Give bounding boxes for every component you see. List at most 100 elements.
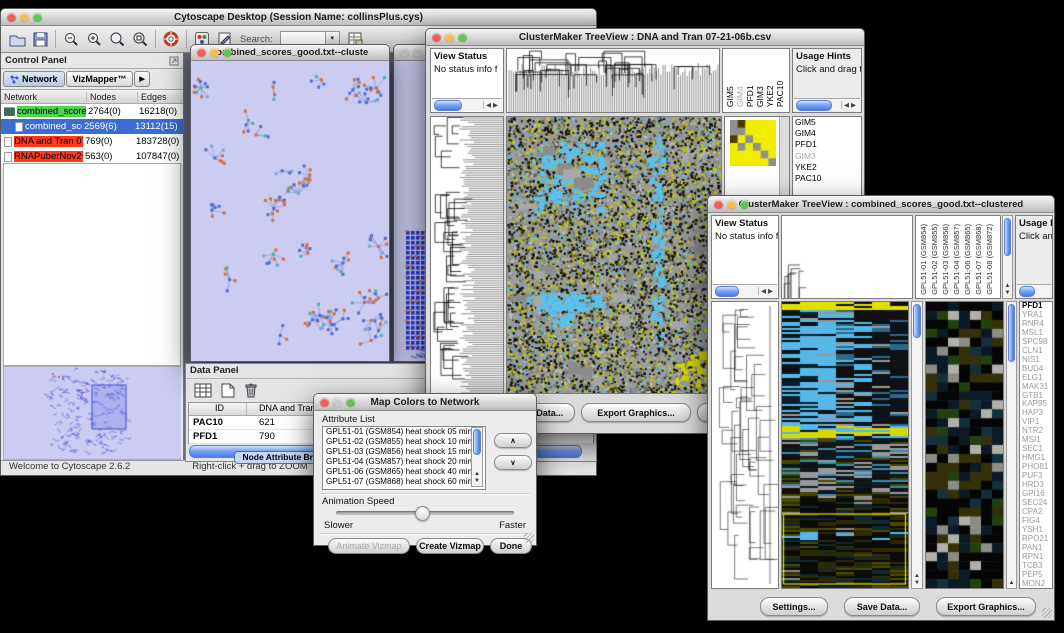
close-button[interactable] [320, 398, 329, 407]
gene-label[interactable]: PAC10 [793, 173, 861, 184]
column-label[interactable]: GPL51-04 (GSM857) [952, 218, 962, 295]
row-dendrogram-panel[interactable] [711, 301, 779, 589]
gene-label[interactable]: GIM5 [793, 117, 861, 128]
gene-label[interactable]: GIM4 [793, 128, 861, 139]
export-graphics-button[interactable]: Export Graphics... [581, 403, 691, 422]
zoom-selected-icon[interactable] [132, 31, 148, 47]
zoom-out-icon[interactable] [63, 31, 79, 47]
column-label[interactable]: GPL51-08 (GSM872) [985, 218, 995, 295]
move-down-button[interactable]: ∨ [494, 455, 532, 470]
column-label[interactable]: GPL51-06 (GSM865) [963, 218, 973, 295]
tab-network[interactable]: Network [3, 71, 65, 87]
view-status-hscrollbar[interactable]: ◀▶ [432, 98, 502, 111]
tab-vizmapper[interactable]: VizMapper™ [66, 71, 134, 87]
save-data-button[interactable]: Save Data... [844, 597, 920, 616]
zoom-button[interactable] [223, 48, 232, 57]
usage-hints-hscrollbar[interactable] [1017, 284, 1051, 297]
column-label[interactable]: GPL51-03 (GSM856) [941, 218, 951, 295]
usage-hints-hscrollbar[interactable]: ◀▶ [794, 98, 860, 111]
select-attributes-icon[interactable] [194, 383, 212, 398]
heatmap-panel[interactable] [506, 116, 722, 394]
genelist-vscrollbar[interactable]: ▲ [1006, 301, 1017, 589]
attribute-item[interactable]: GPL51-02 (GSM855) heat shock 10 min [323, 437, 485, 447]
resize-grip[interactable] [1042, 608, 1052, 618]
minimize-button[interactable] [445, 33, 454, 42]
treeview1-titlebar[interactable]: ClusterMaker TreeView : DNA and Tran 07-… [425, 28, 865, 46]
row-dendrogram-canvas[interactable] [712, 302, 778, 588]
zoom-in-icon[interactable] [86, 31, 102, 47]
export-graphics-button[interactable]: Export Graphics... [936, 597, 1036, 616]
zoom-button[interactable] [346, 398, 355, 407]
column-label[interactable]: GIM5 [726, 51, 735, 107]
row-dendrogram-canvas[interactable] [431, 117, 503, 393]
open-session-icon[interactable] [9, 32, 26, 47]
minimize-button[interactable] [727, 200, 736, 209]
column-label[interactable]: GIM3 [756, 51, 765, 107]
help-lifering-icon[interactable] [163, 31, 179, 47]
column-dendrogram-panel[interactable] [506, 48, 720, 113]
close-button[interactable] [197, 48, 206, 57]
gene-label[interactable]: YKE2 [793, 162, 861, 173]
heatmap-panel[interactable] [781, 301, 909, 589]
attribute-item[interactable]: GPL51-04 (GSM857) heat shock 20 min [323, 457, 485, 467]
column-dendrogram-canvas[interactable] [782, 216, 912, 298]
heatmap-canvas[interactable] [507, 117, 721, 393]
zoom-button[interactable] [33, 13, 42, 22]
column-label[interactable]: GPL51-07 (GSM868) [974, 218, 984, 295]
close-button[interactable] [7, 13, 16, 22]
network-tree-row[interactable]: combined_scores2764(0)16218(0) [1, 104, 183, 119]
zoom-heatmap-panel[interactable] [925, 301, 1004, 589]
network-overview-panel[interactable] [3, 366, 181, 460]
settings-button[interactable]: Settings... [760, 597, 828, 616]
column-label[interactable]: GPL51-01 (GSM854) [919, 218, 929, 295]
attribute-item[interactable]: GPL51-07 (GSM868) heat shock 60 min [323, 477, 485, 487]
gene-label[interactable]: MON2 [1020, 580, 1052, 589]
move-up-button[interactable]: ∧ [494, 433, 532, 448]
gene-label[interactable]: PFD1 [793, 139, 861, 150]
attribute-item[interactable]: GPL51-03 (GSM856) heat shock 15 min [323, 447, 485, 457]
minimize-button[interactable] [20, 13, 29, 22]
network-overview-canvas[interactable] [4, 367, 181, 457]
row-dendrogram-panel[interactable] [430, 116, 504, 394]
delete-attribute-icon[interactable] [244, 382, 258, 398]
heatmap-vscrollbar[interactable]: ▲▼ [911, 301, 923, 589]
column-label[interactable]: GIM4 [736, 51, 745, 107]
zoom-heatmap-canvas[interactable] [926, 302, 1003, 588]
resize-grip[interactable] [524, 533, 534, 543]
animate-vizmap-button[interactable]: Animate Vizmap [328, 538, 410, 554]
thumbnail-heatmap-canvas[interactable] [730, 120, 776, 166]
zoom-button[interactable] [458, 33, 467, 42]
labels-vscrollbar[interactable]: ▲▼ [1002, 215, 1013, 299]
column-dendrogram-canvas[interactable] [507, 49, 719, 112]
close-button[interactable] [432, 33, 441, 42]
zoom-button[interactable] [740, 200, 749, 209]
tab-overflow-arrow[interactable]: ▶ [134, 71, 149, 87]
column-dendrogram-panel[interactable] [781, 215, 913, 299]
save-session-icon[interactable] [33, 32, 48, 47]
treeview2-titlebar[interactable]: ClusterMaker TreeView : combined_scores_… [707, 195, 1055, 213]
view-status-hscrollbar[interactable]: ◀▶ [713, 284, 777, 297]
column-label[interactable]: YKE2 [766, 51, 775, 107]
heatmap-canvas[interactable] [782, 302, 908, 588]
new-attribute-icon[interactable] [221, 383, 235, 398]
attribute-item[interactable]: GPL51-06 (GSM865) heat shock 40 min [323, 467, 485, 477]
dialog-titlebar[interactable]: Map Colors to Network [313, 393, 537, 411]
attribute-list-vscrollbar[interactable]: ▲▼ [471, 427, 483, 487]
network-tree-row[interactable]: RNAPuberNov2+563(0)107847(0) [1, 149, 183, 164]
column-label[interactable]: PFD1 [746, 51, 755, 107]
minimize-button[interactable] [210, 48, 219, 57]
float-panel-icon[interactable] [169, 56, 179, 66]
scroll-arrows[interactable]: ◀▶ [841, 101, 860, 109]
column-label[interactable]: GPL51-02 (GSM855) [930, 218, 940, 295]
close-button[interactable] [714, 200, 723, 209]
attribute-item[interactable]: GPL51-01 (GSM854) heat shock 05 min [323, 427, 485, 437]
column-label[interactable]: PAC10 [776, 51, 785, 107]
create-vizmap-button[interactable]: Create Vizmap [416, 538, 484, 554]
slider-thumb[interactable] [415, 506, 430, 521]
zoom-fit-icon[interactable] [109, 31, 125, 47]
network1-titlebar[interactable]: combined_scores_good.txt--cluste... [190, 44, 390, 61]
network-tree-row[interactable]: DNA and Tran 07769(0)183728(0) [1, 134, 183, 149]
network-tree-row[interactable]: combined_sco2569(6)13112(15) [1, 119, 183, 134]
network-canvas[interactable] [191, 61, 389, 361]
main-titlebar[interactable]: Cytoscape Desktop (Session Name: collins… [0, 8, 597, 26]
